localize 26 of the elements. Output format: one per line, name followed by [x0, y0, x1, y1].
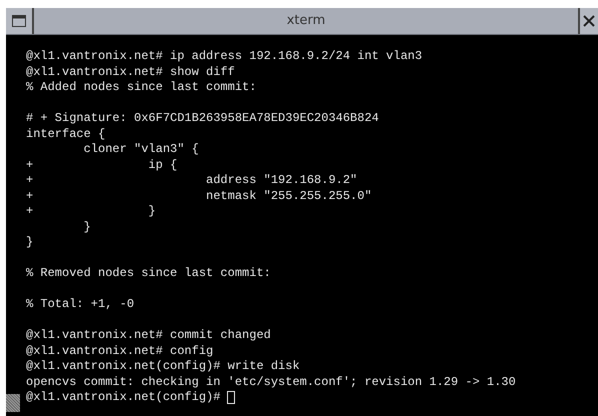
terminal-prompt: @xl1.vantronix.net(config)# — [26, 390, 220, 406]
terminal-line: } — [82, 220, 92, 235]
terminal-line: } — [26, 235, 34, 250]
terminal-line: @xl1.vantronix.net# config — [26, 344, 214, 359]
terminal-line: @xl1.vantronix.net# ip address 192.168.9.2/24 int vlan3 — [26, 49, 424, 64]
terminal-line: @xl1.vantronix.net(config)# write disk — [26, 359, 301, 374]
window-title: xterm — [286, 12, 326, 30]
terminal-line: % Total: +1, -0 — [26, 297, 136, 312]
terminal-line: # + Signature: 0x6F7CD1B263958EA78ED39EC20346B824 — [26, 111, 380, 126]
terminal-line: @xl1.vantronix.net# show diff — [26, 64, 236, 80]
scrollbar-thumb[interactable] — [6, 394, 20, 412]
close-button[interactable] — [578, 8, 598, 34]
terminal-line: cloner "vlan3" { — [82, 142, 200, 158]
window-menu-button[interactable] — [6, 8, 34, 34]
terminal-line: + netmask "255.255.255.0" — [26, 188, 373, 204]
terminal-line: + ip { — [26, 158, 178, 173]
window-icon — [12, 15, 26, 27]
terminal-line: % Removed nodes since last commit: — [26, 266, 272, 282]
terminal-line: + } — [26, 204, 157, 220]
close-icon — [583, 15, 595, 27]
terminal-line: % Added nodes since last commit: — [26, 80, 258, 96]
terminal-line: + address "192.168.9.2" — [26, 173, 358, 188]
terminal-line: interface { — [26, 126, 106, 142]
terminal-line: opencvs commit: checking in 'etc/system.conf'; revision 1.29 -> 1.30 — [26, 374, 516, 390]
text-cursor — [227, 391, 236, 404]
terminal-line: @xl1.vantronix.net# commit changed — [26, 328, 272, 344]
